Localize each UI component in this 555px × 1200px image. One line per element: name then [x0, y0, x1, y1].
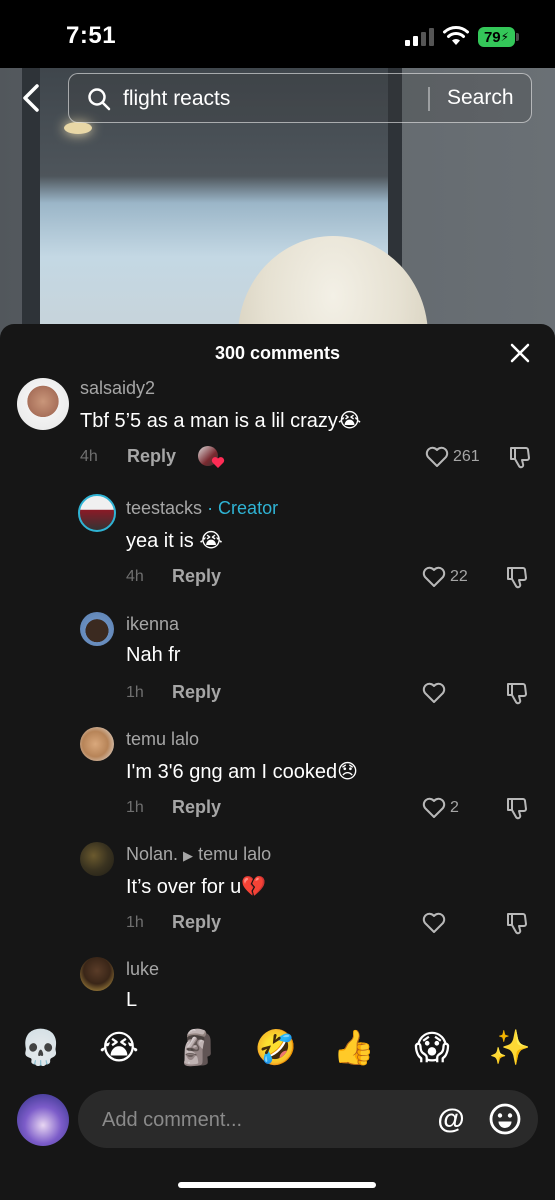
skull-emoji-button[interactable]: 💀	[19, 1026, 63, 1070]
comment-text: It’s over for u💔	[126, 876, 267, 898]
heart-icon[interactable]	[425, 446, 449, 468]
home-indicator[interactable]	[178, 1182, 376, 1188]
my-avatar[interactable]	[17, 1094, 69, 1146]
comment-username[interactable]: salsaidy2	[80, 378, 155, 399]
comment-text: Tbf 5’5 as a man is a lil crazy😭	[80, 410, 362, 432]
status-time: 7:51	[66, 22, 117, 49]
cellular-signal-icon	[405, 28, 435, 46]
comment-username[interactable]: luke	[126, 959, 159, 980]
comment-time: 1h	[126, 684, 144, 701]
comment-username[interactable]: ikenna	[126, 614, 179, 635]
thumbs-down-icon[interactable]	[505, 565, 529, 589]
thumbs-up-emoji-button[interactable]: 👍	[332, 1026, 376, 1070]
avatar[interactable]	[80, 612, 114, 646]
search-divider	[428, 87, 430, 111]
emoji-quick-bar: 💀 😭 🗿 🤣 👍 😱 ✨	[0, 1026, 555, 1076]
avatar[interactable]	[80, 957, 114, 991]
reply-button[interactable]: Reply	[172, 566, 221, 587]
thumbs-down-icon[interactable]	[505, 796, 529, 820]
heart-icon[interactable]	[422, 797, 446, 819]
heart-badge-icon	[211, 457, 225, 468]
thumbs-down-icon[interactable]	[505, 911, 529, 935]
like-count: 261	[453, 448, 480, 465]
comment-text: I'm 3'6 gng am I cooked😞	[126, 761, 358, 783]
creator-badge: · Creator	[207, 498, 279, 518]
avatar[interactable]	[80, 727, 114, 761]
comment-text: L	[126, 989, 138, 1011]
search-button[interactable]: Search	[447, 86, 514, 110]
comment-text: yea it is 😭	[126, 530, 223, 552]
comment-time: 1h	[126, 799, 144, 816]
status-bar: 7:51 79 ⚡	[0, 0, 555, 68]
thumbs-down-icon[interactable]	[505, 681, 529, 705]
wifi-icon	[443, 26, 469, 45]
comment-time: 1h	[126, 914, 144, 931]
search-bar[interactable]: flight reacts Search	[68, 73, 532, 123]
moai-emoji-button[interactable]: 🗿	[176, 1026, 220, 1070]
battery-cap	[516, 33, 519, 41]
heart-icon[interactable]	[422, 682, 446, 704]
heart-icon[interactable]	[422, 566, 446, 588]
search-icon	[88, 88, 111, 111]
reply-button[interactable]: Reply	[172, 682, 221, 703]
reply-to-arrow-icon: ▶	[183, 848, 194, 863]
comment-input[interactable]	[102, 1106, 422, 1134]
comment-input-box[interactable]: @	[78, 1090, 538, 1148]
comment-username[interactable]: temu lalo	[126, 729, 199, 750]
like-count: 2	[450, 799, 459, 816]
emoji-picker-icon[interactable]	[488, 1102, 522, 1136]
rofl-emoji-button[interactable]: 🤣	[254, 1026, 298, 1070]
reply-to-username[interactable]: temu lalo	[198, 844, 271, 864]
reply-button[interactable]: Reply	[127, 446, 176, 467]
thumbs-down-icon[interactable]	[508, 445, 532, 469]
search-query[interactable]: flight reacts	[123, 87, 230, 111]
reply-button[interactable]: Reply	[172, 912, 221, 933]
comment-username[interactable]: teestacks · Creator	[126, 498, 278, 519]
comment-text: Nah fr	[126, 644, 181, 666]
battery-indicator: 79 ⚡	[478, 27, 515, 47]
sparkles-emoji-button[interactable]: ✨	[488, 1026, 532, 1070]
battery-level: 79	[483, 28, 501, 46]
back-button[interactable]	[18, 82, 46, 114]
reply-button[interactable]: Reply	[172, 797, 221, 818]
avatar[interactable]	[80, 842, 114, 876]
mention-button[interactable]: @	[434, 1103, 468, 1137]
scream-emoji-button[interactable]: 😱	[410, 1026, 454, 1070]
like-count: 22	[450, 568, 468, 585]
close-icon[interactable]	[510, 343, 530, 363]
crying-emoji-button[interactable]: 😭	[97, 1026, 141, 1070]
heart-icon[interactable]	[422, 912, 446, 934]
comment-time: 4h	[126, 568, 144, 585]
avatar[interactable]	[17, 378, 69, 430]
comment-username[interactable]: Nolan. ▶ temu lalo	[126, 844, 271, 865]
comments-count-title: 300 comments	[214, 343, 341, 363]
creator-avatar[interactable]	[78, 494, 116, 532]
comment-time: 4h	[80, 448, 98, 465]
